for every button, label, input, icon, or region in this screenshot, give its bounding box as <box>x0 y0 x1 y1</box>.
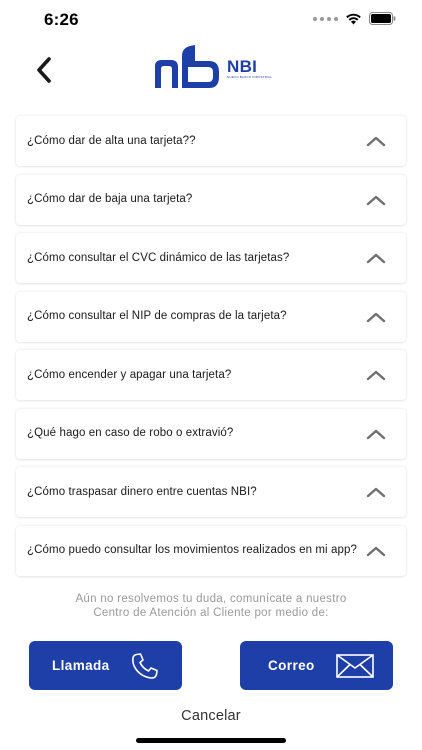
faq-item[interactable]: ¿Cómo dar de alta una tarjeta?? <box>16 116 406 166</box>
faq-question: ¿Cómo dar de alta una tarjeta?? <box>27 134 196 147</box>
faq-question: ¿Cómo puedo consultar los movimientos re… <box>27 544 357 556</box>
nbi-logo: NBI NUEVO BANCO INDUSTRIAL <box>153 42 272 90</box>
help-text-line-2: Centro de Atención al Cliente por medio … <box>93 607 329 619</box>
phone-icon <box>132 653 158 679</box>
chevron-up-icon[interactable] <box>366 486 386 498</box>
chevron-up-icon[interactable] <box>366 545 386 557</box>
chevron-up-icon[interactable] <box>366 369 386 381</box>
faq-question: ¿Qué hago en caso de robo o extravió? <box>27 427 234 439</box>
faq-item[interactable]: ¿Cómo encender y apagar una tarjeta? <box>16 350 406 400</box>
status-time: 6:26 <box>44 10 79 29</box>
logo-subtext: NUEVO BANCO INDUSTRIAL <box>227 75 273 79</box>
faq-question: ¿Cómo traspasar dinero entre cuentas NBI… <box>27 485 257 498</box>
faq-item[interactable]: ¿Qué hago en caso de robo o extravió? <box>16 408 406 459</box>
faq-question: ¿Cómo consultar el NIP de compras de la … <box>27 310 287 322</box>
status-icons <box>313 12 396 25</box>
faq-item[interactable]: ¿Cómo consultar el NIP de compras de la … <box>16 291 406 342</box>
chevron-up-icon[interactable] <box>366 135 386 147</box>
chevron-left-icon <box>37 57 51 83</box>
help-text: Aún no resolvemos tu duda, comunícate a … <box>40 592 382 620</box>
logo-brand: NBI <box>227 57 258 76</box>
wifi-icon <box>346 13 361 24</box>
battery-icon <box>369 12 396 25</box>
help-text-line-1: Aún no resolvemos tu duda, comunícate a … <box>75 593 347 605</box>
call-button-label: Llamada <box>52 658 110 673</box>
back-button[interactable] <box>24 50 64 90</box>
faq-item[interactable]: ¿Cómo puedo consultar los movimientos re… <box>16 525 406 576</box>
nb-logo-mark-icon <box>155 45 219 88</box>
signal-icon <box>313 16 338 21</box>
faq-item[interactable]: ¿Cómo traspasar dinero entre cuentas NBI… <box>16 467 406 517</box>
faq-question: ¿Cómo encender y apagar una tarjeta? <box>27 368 232 381</box>
faq-item[interactable]: ¿Cómo consultar el CVC dinámico de las t… <box>16 233 406 283</box>
faq-list: ¿Cómo dar de alta una tarjeta?? ¿Cómo da… <box>16 116 406 584</box>
home-indicator <box>136 738 286 743</box>
chevron-up-icon[interactable] <box>366 194 386 206</box>
faq-item[interactable]: ¿Cómo dar de baja una tarjeta? <box>16 174 406 225</box>
chevron-up-icon[interactable] <box>366 428 386 440</box>
chevron-up-icon[interactable] <box>366 311 386 323</box>
cancel-button[interactable]: Cancelar <box>150 708 272 724</box>
faq-question: ¿Cómo dar de baja una tarjeta? <box>27 193 193 205</box>
logo-text: NBI NUEVO BANCO INDUSTRIAL <box>227 58 272 79</box>
header: NBI NUEVO BANCO INDUSTRIAL <box>0 40 422 104</box>
chevron-up-icon[interactable] <box>366 252 386 264</box>
mail-button[interactable]: Correo <box>240 641 393 690</box>
mail-button-label: Correo <box>268 658 315 673</box>
call-button[interactable]: Llamada <box>29 641 182 690</box>
envelope-icon <box>336 654 374 678</box>
status-bar: 6:26 <box>0 0 422 38</box>
faq-question: ¿Cómo consultar el CVC dinámico de las t… <box>27 251 290 264</box>
